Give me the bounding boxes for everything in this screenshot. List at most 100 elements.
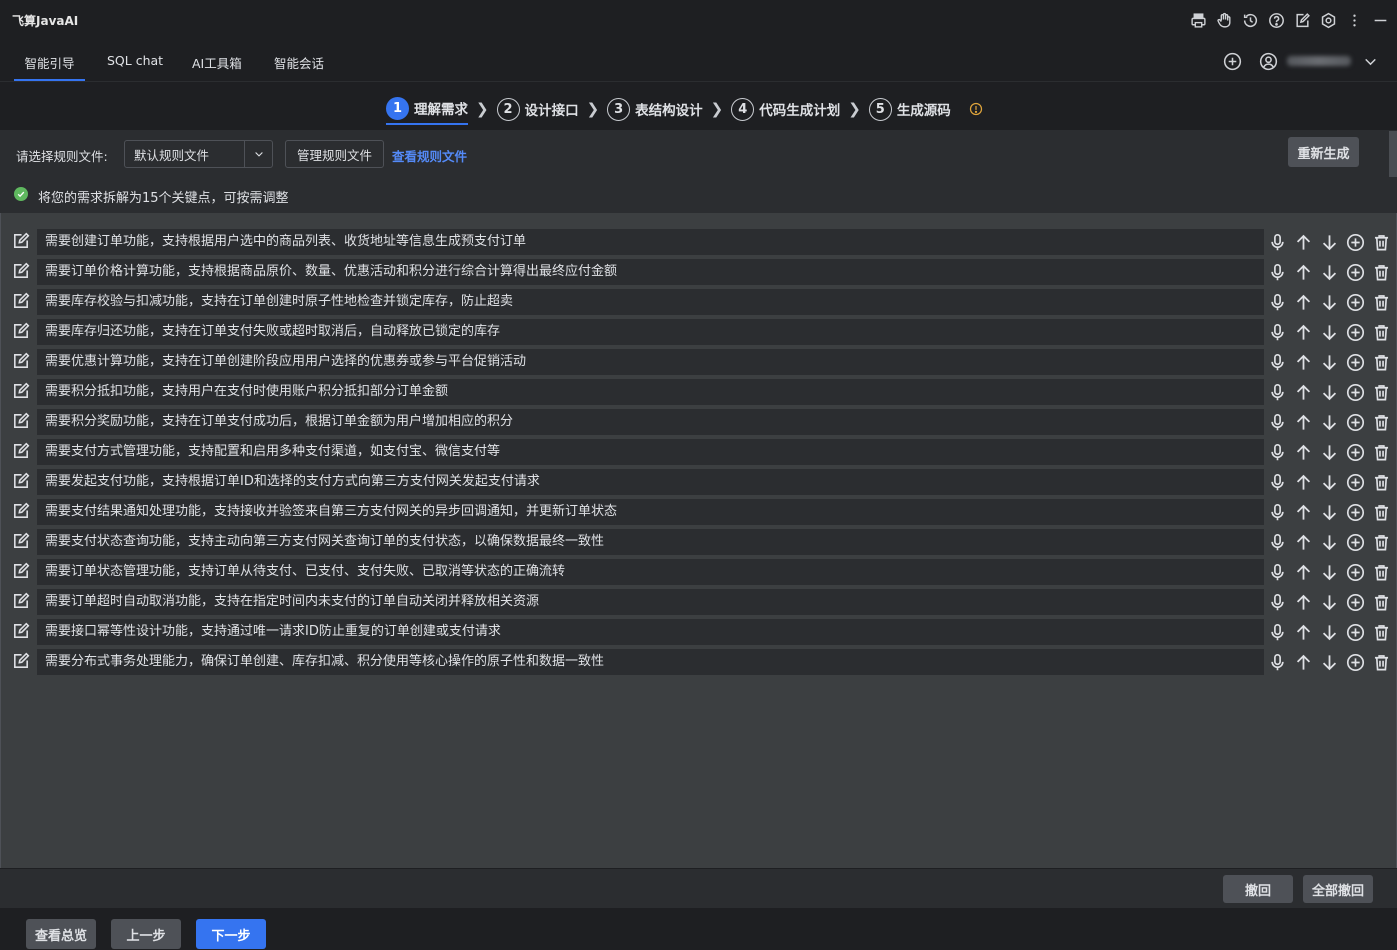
tab-smart-chat[interactable]: 智能会话 — [274, 53, 324, 81]
add-circle-icon[interactable] — [1345, 532, 1366, 553]
arrow-down-icon[interactable] — [1319, 472, 1340, 493]
arrow-up-icon[interactable] — [1293, 262, 1314, 283]
tab-ai-toolbox[interactable]: AI工具箱 — [192, 53, 242, 81]
requirement-text[interactable]: 需要分布式事务处理能力，确保订单创建、库存扣减、积分使用等核心操作的原子性和数据… — [37, 649, 1264, 675]
requirement-text[interactable]: 需要订单状态管理功能，支持订单从待支付、已支付、支付失败、已取消等状态的正确流转 — [37, 559, 1264, 585]
arrow-up-icon[interactable] — [1293, 532, 1314, 553]
arrow-down-icon[interactable] — [1319, 592, 1340, 613]
edit-icon[interactable] — [12, 532, 31, 551]
microphone-icon[interactable] — [1267, 262, 1288, 283]
arrow-down-icon[interactable] — [1319, 562, 1340, 583]
step-design-interface[interactable]: 2 设计接口 — [496, 93, 579, 125]
edit-icon[interactable] — [12, 322, 31, 341]
arrow-down-icon[interactable] — [1319, 442, 1340, 463]
user-menu[interactable] — [1257, 50, 1381, 72]
edit-icon[interactable] — [12, 382, 31, 401]
microphone-icon[interactable] — [1267, 352, 1288, 373]
view-overview-button[interactable]: 查看总览 — [26, 919, 96, 949]
settings-icon[interactable] — [1317, 9, 1339, 31]
trash-icon[interactable] — [1371, 532, 1392, 553]
trash-icon[interactable] — [1371, 322, 1392, 343]
trash-icon[interactable] — [1371, 262, 1392, 283]
arrow-down-icon[interactable] — [1319, 352, 1340, 373]
print-icon[interactable] — [1187, 9, 1209, 31]
arrow-down-icon[interactable] — [1319, 262, 1340, 283]
requirement-text[interactable]: 需要发起支付功能，支持根据订单ID和选择的支付方式向第三方支付网关发起支付请求 — [37, 469, 1264, 495]
microphone-icon[interactable] — [1267, 652, 1288, 673]
microphone-icon[interactable] — [1267, 232, 1288, 253]
requirement-text[interactable]: 需要接口幂等性设计功能，支持通过唯一请求ID防止重复的订单创建或支付请求 — [37, 619, 1264, 645]
microphone-icon[interactable] — [1267, 622, 1288, 643]
arrow-up-icon[interactable] — [1293, 562, 1314, 583]
microphone-icon[interactable] — [1267, 532, 1288, 553]
requirement-text[interactable]: 需要订单价格计算功能，支持根据商品原价、数量、优惠活动和积分进行综合计算得出最终… — [37, 259, 1264, 285]
tab-smart-guide[interactable]: 智能引导 — [14, 53, 85, 81]
add-circle-icon[interactable] — [1345, 472, 1366, 493]
add-circle-icon[interactable] — [1345, 442, 1366, 463]
arrow-down-icon[interactable] — [1319, 622, 1340, 643]
requirement-text[interactable]: 需要支付方式管理功能，支持配置和启用多种支付渠道，如支付宝、微信支付等 — [37, 439, 1264, 465]
requirement-text[interactable]: 需要支付状态查询功能，支持主动向第三方支付网关查询订单的支付状态，以确保数据最终… — [37, 529, 1264, 555]
edit-icon[interactable] — [12, 262, 31, 281]
manage-rules-button[interactable]: 管理规则文件 — [285, 140, 384, 168]
step-table-design[interactable]: 3 表结构设计 — [607, 93, 703, 125]
edit-icon[interactable] — [12, 292, 31, 311]
add-circle-icon[interactable] — [1345, 562, 1366, 583]
edit-icon[interactable] — [12, 502, 31, 521]
add-circle-icon[interactable] — [1345, 292, 1366, 313]
add-circle-icon[interactable] — [1345, 652, 1366, 673]
edit-note-icon[interactable] — [1291, 9, 1313, 31]
add-circle-icon[interactable] — [1345, 322, 1366, 343]
trash-icon[interactable] — [1371, 232, 1392, 253]
microphone-icon[interactable] — [1267, 412, 1288, 433]
microphone-icon[interactable] — [1267, 322, 1288, 343]
arrow-up-icon[interactable] — [1293, 442, 1314, 463]
rule-file-select[interactable]: 默认规则文件 — [124, 140, 273, 168]
arrow-down-icon[interactable] — [1319, 502, 1340, 523]
edit-icon[interactable] — [12, 472, 31, 491]
requirement-text[interactable]: 需要订单超时自动取消功能，支持在指定时间内未支付的订单自动关闭并释放相关资源 — [37, 589, 1264, 615]
arrow-down-icon[interactable] — [1319, 652, 1340, 673]
trash-icon[interactable] — [1371, 652, 1392, 673]
add-circle-icon[interactable] — [1345, 382, 1366, 403]
microphone-icon[interactable] — [1267, 562, 1288, 583]
microphone-icon[interactable] — [1267, 502, 1288, 523]
requirement-text[interactable]: 需要优惠计算功能，支持在订单创建阶段应用用户选择的优惠券或参与平台促销活动 — [37, 349, 1264, 375]
arrow-up-icon[interactable] — [1293, 232, 1314, 253]
undo-all-button[interactable]: 全部撤回 — [1303, 875, 1373, 903]
step-understand-requirements[interactable]: 1 理解需求 — [386, 93, 468, 125]
arrow-up-icon[interactable] — [1293, 352, 1314, 373]
trash-icon[interactable] — [1371, 502, 1392, 523]
history-icon[interactable] — [1239, 9, 1261, 31]
arrow-up-icon[interactable] — [1293, 322, 1314, 343]
add-circle-icon[interactable] — [1345, 592, 1366, 613]
edit-icon[interactable] — [12, 562, 31, 581]
arrow-down-icon[interactable] — [1319, 532, 1340, 553]
minimize-icon[interactable] — [1369, 9, 1391, 31]
arrow-up-icon[interactable] — [1293, 292, 1314, 313]
arrow-up-icon[interactable] — [1293, 622, 1314, 643]
regenerate-button[interactable]: 重新生成 — [1288, 137, 1359, 167]
trash-icon[interactable] — [1371, 592, 1392, 613]
microphone-icon[interactable] — [1267, 442, 1288, 463]
arrow-up-icon[interactable] — [1293, 502, 1314, 523]
tab-sql-chat[interactable]: SQL chat — [107, 53, 163, 81]
edit-icon[interactable] — [12, 232, 31, 251]
info-icon[interactable] — [969, 102, 983, 116]
edit-icon[interactable] — [12, 652, 31, 671]
step-codegen-plan[interactable]: 4 代码生成计划 — [731, 93, 840, 125]
trash-icon[interactable] — [1371, 622, 1392, 643]
trash-icon[interactable] — [1371, 472, 1392, 493]
add-circle-icon[interactable] — [1345, 352, 1366, 373]
requirement-text[interactable]: 需要支付结果通知处理功能，支持接收并验签来自第三方支付网关的异步回调通知，并更新… — [37, 499, 1264, 525]
arrow-down-icon[interactable] — [1319, 292, 1340, 313]
requirement-text[interactable]: 需要库存归还功能，支持在订单支付失败或超时取消后，自动释放已锁定的库存 — [37, 319, 1264, 345]
trash-icon[interactable] — [1371, 382, 1392, 403]
next-step-button[interactable]: 下一步 — [196, 919, 266, 949]
requirement-text[interactable]: 需要创建订单功能，支持根据用户选中的商品列表、收货地址等信息生成预支付订单 — [37, 229, 1264, 255]
microphone-icon[interactable] — [1267, 592, 1288, 613]
trash-icon[interactable] — [1371, 442, 1392, 463]
edit-icon[interactable] — [12, 412, 31, 431]
add-circle-icon[interactable] — [1345, 262, 1366, 283]
scrollbar[interactable] — [1389, 131, 1397, 177]
